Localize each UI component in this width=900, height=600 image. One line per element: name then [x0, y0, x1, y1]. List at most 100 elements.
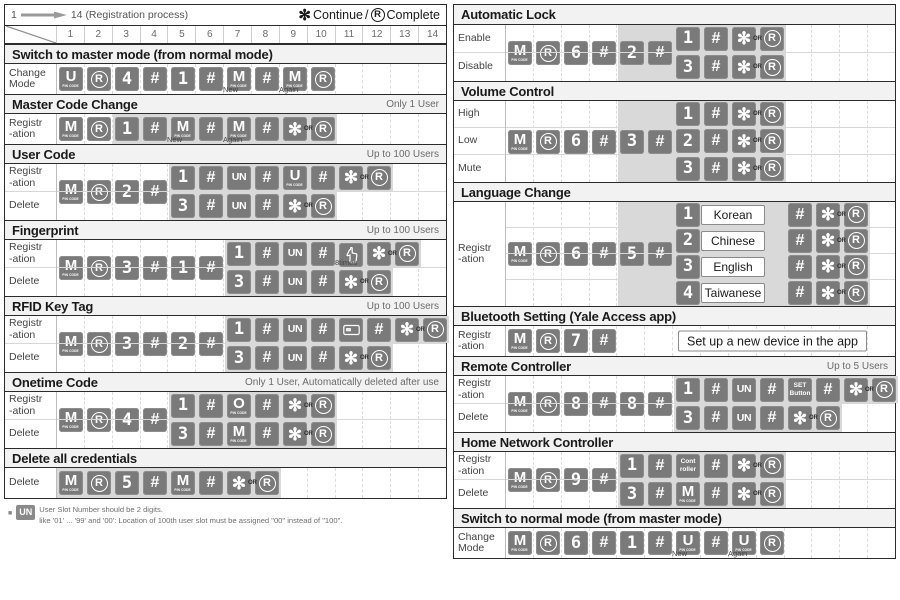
- key-digit-1[interactable]: 1: [227, 241, 251, 266]
- key-hash[interactable]: #: [704, 453, 728, 478]
- key-digit-4[interactable]: 4: [115, 67, 139, 91]
- key-digit-3[interactable]: 3: [676, 55, 700, 79]
- key-hash[interactable]: #: [199, 67, 223, 91]
- key-r-complete[interactable]: R: [760, 531, 784, 555]
- key-hash[interactable]: #: [311, 165, 335, 190]
- key-hash[interactable]: #: [255, 317, 279, 342]
- key-hash[interactable]: #: [255, 117, 279, 141]
- key-hash[interactable]: #: [311, 270, 335, 294]
- key-hash[interactable]: #: [311, 346, 335, 370]
- key-r-complete[interactable]: R: [255, 471, 279, 495]
- key-hash[interactable]: #: [704, 482, 728, 506]
- key-hash[interactable]: #: [816, 377, 840, 402]
- key-digit-5[interactable]: 5: [115, 471, 139, 495]
- key-hash[interactable]: #: [255, 270, 279, 294]
- key-user-slot-number[interactable]: UN: [227, 194, 251, 218]
- key-digit-2[interactable]: 2: [676, 129, 700, 153]
- key-digit-1[interactable]: 1: [676, 377, 700, 402]
- key-hash[interactable]: #: [199, 165, 223, 190]
- key-r-complete[interactable]: R: [311, 67, 335, 91]
- key-hash[interactable]: #: [255, 241, 279, 266]
- key-hash[interactable]: #: [788, 281, 812, 305]
- key-hash[interactable]: #: [255, 165, 279, 190]
- key-hash[interactable]: #: [788, 254, 812, 279]
- key-hash[interactable]: #: [199, 393, 223, 418]
- key-hash[interactable]: #: [704, 406, 728, 430]
- key-digit-3[interactable]: 3: [676, 156, 700, 181]
- key-r-complete[interactable]: R: [87, 67, 111, 91]
- key-digit-3[interactable]: 3: [171, 194, 195, 218]
- key-hash[interactable]: #: [788, 228, 812, 253]
- key-hash[interactable]: #: [311, 241, 335, 266]
- rfid-card-icon[interactable]: [339, 317, 363, 342]
- key-digit-3[interactable]: 3: [227, 346, 251, 370]
- key-r-complete[interactable]: R: [844, 228, 868, 253]
- key-hash[interactable]: #: [311, 317, 335, 342]
- key-r-complete[interactable]: R: [760, 129, 784, 153]
- key-m-code[interactable]: M PIN CODE: [676, 482, 700, 506]
- key-r-complete[interactable]: R: [87, 117, 111, 141]
- key-u-code[interactable]: U PIN CODE: [283, 165, 307, 190]
- key-r-complete[interactable]: R: [311, 194, 335, 218]
- key-hash[interactable]: #: [143, 117, 167, 141]
- key-language-option-1[interactable]: 1: [676, 202, 700, 227]
- key-hash[interactable]: #: [648, 453, 672, 478]
- key-digit-1[interactable]: 1: [620, 453, 644, 478]
- key-m-code[interactable]: M PIN CODE: [171, 471, 195, 495]
- key-r-complete[interactable]: R: [87, 471, 111, 495]
- key-user-slot-number[interactable]: UN: [283, 241, 307, 266]
- key-user-slot-number[interactable]: UN: [227, 165, 251, 190]
- key-r-complete[interactable]: R: [760, 55, 784, 79]
- key-user-slot-number[interactable]: UN: [283, 270, 307, 294]
- key-set-button[interactable]: SET Button: [788, 377, 812, 402]
- key-hash[interactable]: #: [704, 26, 728, 51]
- key-r-complete[interactable]: R: [844, 254, 868, 279]
- key-language-option-2[interactable]: 2: [676, 228, 700, 253]
- key-digit-1[interactable]: 1: [227, 317, 251, 342]
- key-digit-6[interactable]: 6: [564, 531, 588, 555]
- key-hash[interactable]: #: [592, 531, 616, 555]
- key-digit-3[interactable]: 3: [676, 406, 700, 430]
- key-hash[interactable]: #: [255, 422, 279, 446]
- key-hash[interactable]: #: [255, 67, 279, 91]
- key-r-complete[interactable]: R: [367, 165, 391, 190]
- key-hash[interactable]: #: [255, 393, 279, 418]
- key-digit-1[interactable]: 1: [171, 165, 195, 190]
- key-r-complete[interactable]: R: [367, 346, 391, 370]
- key-hash[interactable]: #: [648, 482, 672, 506]
- key-hash[interactable]: #: [704, 129, 728, 153]
- key-hash[interactable]: #: [255, 346, 279, 370]
- key-hash[interactable]: #: [143, 67, 167, 91]
- key-r-complete[interactable]: R: [760, 453, 784, 478]
- key-hash[interactable]: #: [143, 471, 167, 495]
- key-m-code[interactable]: M PIN CODE: [59, 117, 83, 141]
- key-hash[interactable]: #: [704, 377, 728, 402]
- key-digit-7[interactable]: 7: [564, 329, 588, 353]
- key-language-option-3[interactable]: 3: [676, 254, 700, 279]
- key-m-code[interactable]: M PIN CODE: [59, 471, 83, 495]
- key-r-complete[interactable]: R: [367, 270, 391, 294]
- key-user-slot-number[interactable]: UN: [732, 406, 756, 430]
- key-r-complete[interactable]: R: [844, 281, 868, 305]
- key-digit-3[interactable]: 3: [620, 482, 644, 506]
- key-m-code[interactable]: M PIN CODE: [227, 422, 251, 446]
- key-user-slot-number[interactable]: UN: [732, 377, 756, 402]
- key-hash[interactable]: #: [648, 531, 672, 555]
- key-hash[interactable]: #: [255, 194, 279, 218]
- key-u-code[interactable]: U PIN CODE: [59, 67, 83, 91]
- key-controller[interactable]: Cont roller: [676, 453, 700, 478]
- key-r-complete[interactable]: R: [536, 531, 560, 555]
- key-r-complete[interactable]: R: [760, 26, 784, 51]
- key-m-code[interactable]: M PIN CODE: [508, 329, 532, 353]
- key-hash[interactable]: #: [367, 317, 391, 342]
- key-digit-1[interactable]: 1: [115, 117, 139, 141]
- key-hash[interactable]: #: [199, 471, 223, 495]
- key-hash[interactable]: #: [704, 55, 728, 79]
- key-hash[interactable]: #: [199, 117, 223, 141]
- key-r-complete[interactable]: R: [311, 393, 335, 418]
- key-r-complete[interactable]: R: [395, 241, 419, 266]
- key-digit-1[interactable]: 1: [676, 26, 700, 51]
- key-r-complete[interactable]: R: [872, 377, 896, 402]
- key-user-slot-number[interactable]: UN: [283, 346, 307, 370]
- key-digit-3[interactable]: 3: [171, 422, 195, 446]
